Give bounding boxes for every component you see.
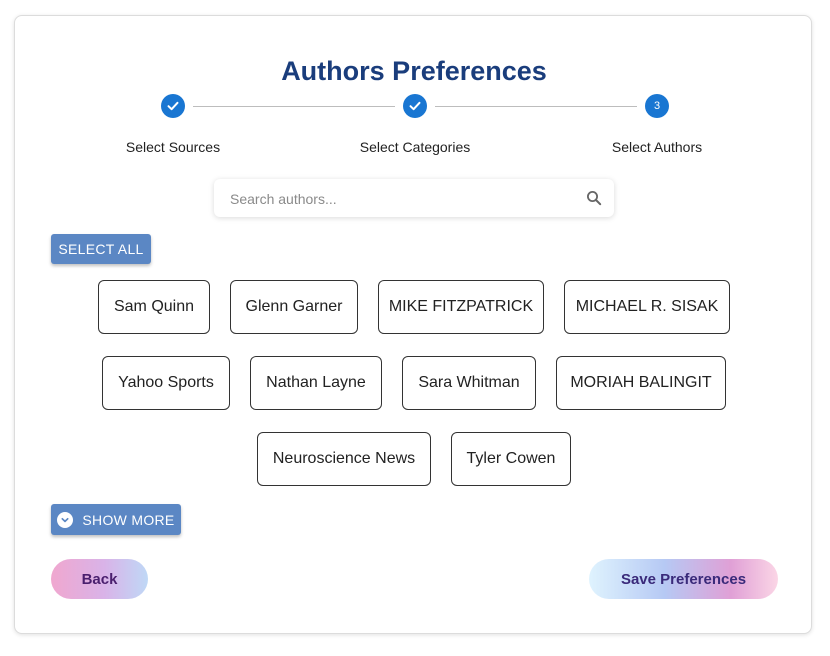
- author-chip[interactable]: Nathan Layne: [250, 356, 382, 410]
- search-input[interactable]: [228, 179, 572, 219]
- step-connector: [193, 106, 395, 107]
- step-1-completed-icon: [161, 94, 185, 118]
- show-more-button[interactable]: SHOW MORE: [51, 504, 181, 535]
- author-chip[interactable]: Sam Quinn: [98, 280, 210, 334]
- search-icon[interactable]: [586, 190, 602, 206]
- chevron-down-icon: [57, 511, 74, 528]
- author-chip[interactable]: MICHAEL R. SISAK: [564, 280, 730, 334]
- author-chip[interactable]: Sara Whitman: [402, 356, 536, 410]
- check-icon: [167, 101, 179, 111]
- stepper: 3 Select Sources Select Categories Selec…: [15, 93, 813, 163]
- chevron-down-glyph: [61, 517, 69, 522]
- step-label-categories: Select Categories: [359, 139, 471, 155]
- search-box: [214, 179, 614, 219]
- author-chip[interactable]: Glenn Garner: [230, 280, 358, 334]
- step-3-number: 3: [645, 94, 669, 118]
- author-chip[interactable]: Yahoo Sports: [102, 356, 230, 410]
- author-chip[interactable]: MORIAH BALINGIT: [556, 356, 726, 410]
- show-more-label: SHOW MORE: [82, 511, 175, 528]
- step-connector: [435, 106, 637, 107]
- step-2-completed-icon: [403, 94, 427, 118]
- check-icon: [409, 101, 421, 111]
- select-all-button[interactable]: SELECT ALL: [51, 234, 151, 264]
- step-label-authors: Select Authors: [611, 139, 703, 155]
- save-preferences-button[interactable]: Save Preferences: [589, 559, 778, 599]
- back-button[interactable]: Back: [51, 559, 148, 599]
- author-chip[interactable]: Tyler Cowen: [451, 432, 571, 486]
- preferences-card: Authors Preferences 3 Select Sources Sel…: [14, 15, 812, 634]
- author-chip[interactable]: Neuroscience News: [257, 432, 431, 486]
- page-title: Authors Preferences: [281, 56, 547, 86]
- step-label-sources: Select Sources: [125, 139, 221, 155]
- author-chip[interactable]: MIKE FITZPATRICK: [378, 280, 544, 334]
